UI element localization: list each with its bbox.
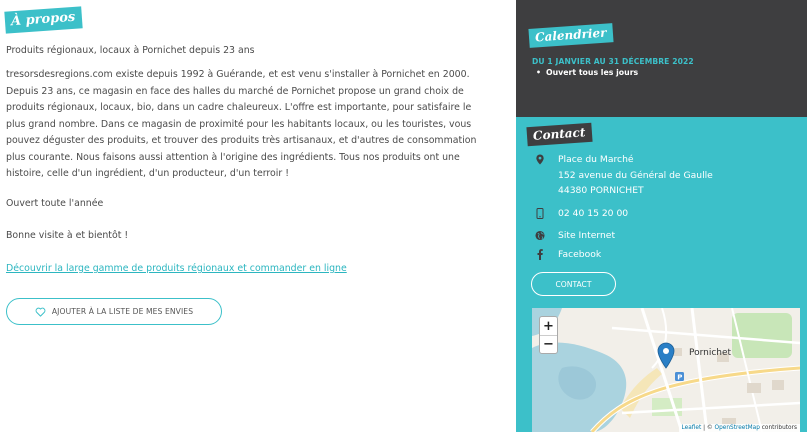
- contact-facebook[interactable]: Facebook: [534, 247, 601, 263]
- globe-icon: [534, 228, 546, 244]
- calendar-date-range: DU 1 JANVIER AU 31 DÉCEMBRE 2022: [532, 57, 694, 66]
- location-pin-icon: [534, 152, 546, 199]
- contact-panel: Contact Place du Marché 152 avenue du Gé…: [516, 117, 807, 432]
- address-line-2: 152 avenue du Général de Gaulle: [558, 169, 713, 181]
- map-zoom-control: + −: [539, 316, 558, 354]
- contact-button[interactable]: CONTACT: [531, 272, 616, 296]
- opening-note: Ouvert toute l'année: [6, 198, 104, 209]
- add-to-wishlist-button[interactable]: AJOUTER À LA LISTE DE MES ENVIES: [6, 298, 222, 325]
- zoom-out-button[interactable]: −: [540, 335, 557, 353]
- attribution-separator: | ©: [701, 425, 715, 431]
- calendar-title: Calendrier: [528, 23, 615, 48]
- map-tiles: P: [532, 308, 800, 432]
- zoom-in-button[interactable]: +: [540, 317, 557, 335]
- greeting-text: Bonne visite à et bientôt !: [6, 230, 129, 241]
- location-map[interactable]: P + − Pornichet Leaflet | © OpenStreetMa…: [532, 308, 800, 432]
- contact-title: Contact: [526, 122, 594, 147]
- shop-online-link[interactable]: Découvrir la large gamme de produits rég…: [6, 261, 347, 278]
- map-place-label: Pornichet: [689, 348, 732, 358]
- calendar-item: Ouvert tous les jours: [536, 68, 638, 77]
- contact-phone[interactable]: 02 40 15 20 00: [534, 206, 628, 222]
- address-line-3: 44380 PORNICHET: [558, 185, 644, 196]
- contact-website[interactable]: Site Internet: [534, 228, 615, 244]
- sidebar: Calendrier DU 1 JANVIER AU 31 DÉCEMBRE 2…: [516, 0, 807, 432]
- facebook-icon: [534, 247, 546, 263]
- contact-address: Place du Marché 152 avenue du Général de…: [534, 152, 713, 199]
- about-section: À propos Produits régionaux, locaux à Po…: [0, 0, 500, 432]
- calendar-panel: Calendrier DU 1 JANVIER AU 31 DÉCEMBRE 2…: [516, 0, 807, 117]
- osm-link[interactable]: OpenStreetMap: [715, 425, 760, 431]
- facebook-link: Facebook: [558, 249, 602, 260]
- wishlist-button-label: AJOUTER À LA LISTE DE MES ENVIES: [51, 307, 194, 316]
- address-line-1: Place du Marché: [558, 154, 634, 165]
- svg-text:P: P: [677, 374, 682, 382]
- attribution-contributors: contributors: [759, 425, 797, 431]
- about-description: tresorsdesregions.com existe depuis 1992…: [6, 69, 477, 179]
- leaflet-link[interactable]: Leaflet: [682, 425, 702, 431]
- website-link: Site Internet: [558, 230, 616, 241]
- phone-number: 02 40 15 20 00: [558, 208, 629, 219]
- about-subtitle: Produits régionaux, locaux à Pornichet d…: [6, 45, 255, 56]
- map-attribution: Leaflet | © OpenStreetMap contributors: [678, 424, 800, 432]
- mobile-phone-icon: [534, 206, 546, 222]
- about-title: À propos: [4, 6, 83, 34]
- heart-icon: [35, 307, 46, 317]
